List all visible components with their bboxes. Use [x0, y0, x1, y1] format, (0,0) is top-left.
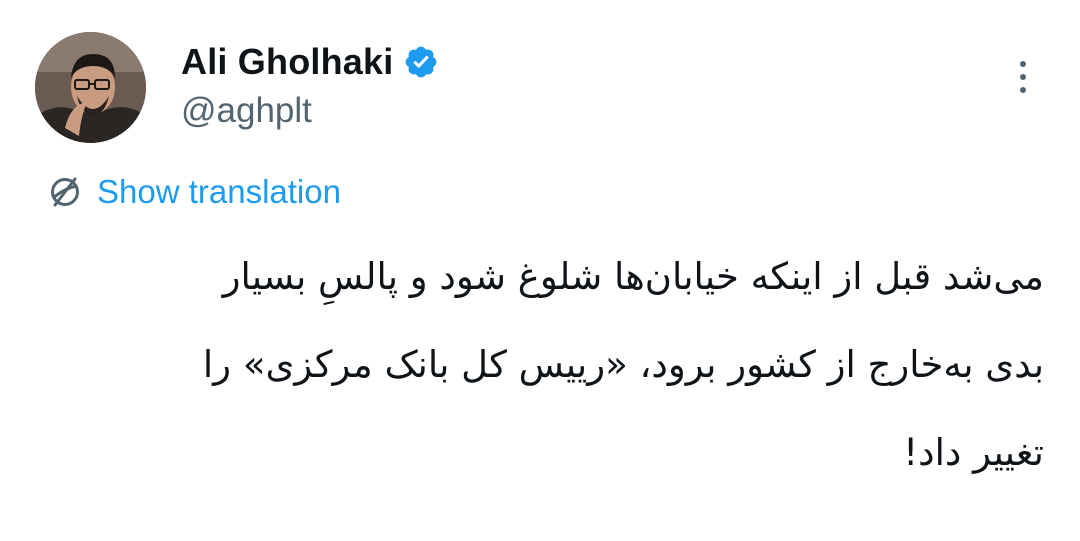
- profile-photo-icon: [35, 32, 146, 143]
- globe-icon: [51, 177, 79, 207]
- verified-badge-icon: [406, 46, 437, 78]
- author-display-name[interactable]: Ali Gholhaki: [181, 41, 393, 83]
- author-handle[interactable]: @aghplt: [181, 91, 312, 131]
- show-translation-label: Show translation: [97, 173, 341, 210]
- avatar[interactable]: [35, 32, 146, 143]
- author-name-row: Ali Gholhaki: [181, 38, 439, 86]
- more-vertical-icon[interactable]: [1008, 57, 1038, 97]
- tweet-text: می‌شد قبل از اینکه خیابان‌ها شلوغ شود و …: [44, 258, 1044, 522]
- tweet-text-line: می‌شد قبل از اینکه خیابان‌ها شلوغ شود و …: [222, 255, 1044, 298]
- tweet-text-line: بدی به‌خارج از کشور برود، «رییس کل بانک …: [202, 343, 1044, 386]
- tweet-card: Ali Gholhaki @aghplt Show translation می…: [0, 0, 1080, 541]
- show-translation-button[interactable]: Show translation: [47, 170, 341, 214]
- tweet-text-line: تغییر داد!: [903, 431, 1044, 474]
